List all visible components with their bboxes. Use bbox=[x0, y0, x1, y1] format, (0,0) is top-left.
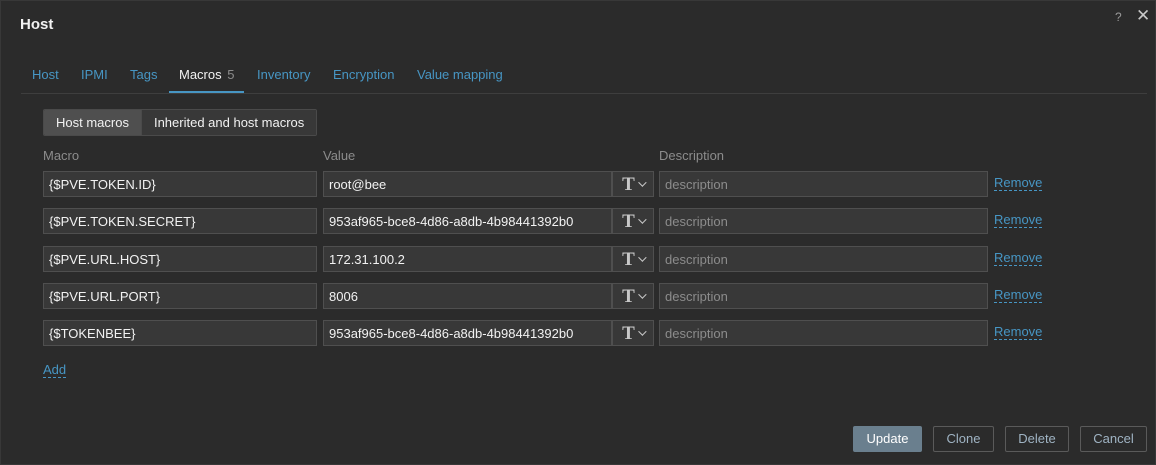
remove-macro-link[interactable]: Remove bbox=[994, 287, 1043, 303]
column-header-value: Value bbox=[323, 148, 356, 163]
delete-button[interactable]: Delete bbox=[1005, 426, 1069, 452]
tab-label: Macros bbox=[179, 67, 222, 82]
macro-value-input[interactable] bbox=[323, 283, 612, 309]
macro-value-input[interactable] bbox=[323, 320, 612, 346]
macro-name-input[interactable] bbox=[43, 246, 317, 272]
chevron-down-icon bbox=[638, 215, 647, 224]
tab-label: IPMI bbox=[81, 67, 108, 82]
tab-macros[interactable]: Macros 5 bbox=[169, 59, 245, 93]
macro-row: T Remove bbox=[43, 171, 1053, 197]
inherited-macros-button[interactable]: Inherited and host macros bbox=[140, 110, 317, 135]
macro-value-input[interactable] bbox=[323, 246, 612, 272]
help-icon[interactable]: ? bbox=[1115, 10, 1122, 24]
macro-description-input[interactable] bbox=[659, 320, 988, 346]
remove-macro-link[interactable]: Remove bbox=[994, 212, 1043, 228]
macro-view-toggle: Host macros Inherited and host macros bbox=[43, 109, 318, 136]
tab-label: Host bbox=[32, 67, 59, 82]
tab-label: Tags bbox=[130, 67, 158, 82]
value-type-dropdown[interactable]: T bbox=[612, 171, 654, 197]
text-type-icon: T bbox=[622, 173, 635, 195]
value-type-dropdown[interactable]: T bbox=[612, 246, 654, 272]
value-type-dropdown[interactable]: T bbox=[612, 320, 654, 346]
text-type-icon: T bbox=[622, 210, 635, 232]
macro-row: T Remove bbox=[43, 320, 1053, 346]
host-macros-button[interactable]: Host macros bbox=[44, 110, 141, 135]
cancel-button[interactable]: Cancel bbox=[1080, 426, 1147, 452]
tab-tags[interactable]: Tags bbox=[130, 59, 157, 93]
host-dialog: Host ? ✕ Host IPMI Tags Macros 5 Invento… bbox=[0, 0, 1156, 465]
tab-encryption[interactable]: Encryption bbox=[333, 59, 394, 93]
column-header-macro: Macro bbox=[43, 148, 80, 163]
value-type-dropdown[interactable]: T bbox=[612, 283, 654, 309]
tab-inventory[interactable]: Inventory bbox=[257, 59, 310, 93]
tab-host[interactable]: Host bbox=[32, 59, 59, 93]
macro-value-input[interactable] bbox=[323, 171, 612, 197]
remove-macro-link[interactable]: Remove bbox=[994, 175, 1043, 191]
macro-description-input[interactable] bbox=[659, 246, 988, 272]
macro-row: T Remove bbox=[43, 283, 1053, 309]
macro-row: T Remove bbox=[43, 246, 1053, 272]
macro-row: T Remove bbox=[43, 208, 1053, 234]
tab-count-badge: 5 bbox=[227, 67, 235, 82]
macro-name-input[interactable] bbox=[43, 283, 317, 309]
chevron-down-icon bbox=[638, 178, 647, 187]
remove-macro-link[interactable]: Remove bbox=[994, 324, 1043, 340]
chevron-down-icon bbox=[638, 253, 647, 262]
text-type-icon: T bbox=[622, 248, 635, 270]
macro-description-input[interactable] bbox=[659, 171, 988, 197]
remove-macro-link[interactable]: Remove bbox=[994, 250, 1043, 266]
chevron-down-icon bbox=[638, 327, 647, 336]
add-macro-link[interactable]: Add bbox=[43, 362, 67, 378]
column-header-description: Description bbox=[659, 148, 725, 163]
clone-button[interactable]: Clone bbox=[933, 426, 994, 452]
macro-name-input[interactable] bbox=[43, 171, 317, 197]
text-type-icon: T bbox=[622, 285, 635, 307]
update-button[interactable]: Update bbox=[853, 426, 922, 452]
tab-label: Value mapping bbox=[417, 67, 503, 82]
tab-bar: Host IPMI Tags Macros 5 Inventory Encryp… bbox=[21, 59, 1147, 94]
macro-name-input[interactable] bbox=[43, 320, 317, 346]
text-type-icon: T bbox=[622, 322, 635, 344]
tab-label: Encryption bbox=[333, 67, 395, 82]
tab-ipmi[interactable]: IPMI bbox=[81, 59, 108, 93]
macro-name-input[interactable] bbox=[43, 208, 317, 234]
tab-value-mapping[interactable]: Value mapping bbox=[417, 59, 503, 93]
macro-description-input[interactable] bbox=[659, 208, 988, 234]
close-icon[interactable]: ✕ bbox=[1136, 7, 1150, 24]
dialog-title: Host bbox=[20, 16, 54, 33]
tab-label: Inventory bbox=[257, 67, 311, 82]
macro-description-input[interactable] bbox=[659, 283, 988, 309]
value-type-dropdown[interactable]: T bbox=[612, 208, 654, 234]
chevron-down-icon bbox=[638, 290, 647, 299]
macro-value-input[interactable] bbox=[323, 208, 612, 234]
